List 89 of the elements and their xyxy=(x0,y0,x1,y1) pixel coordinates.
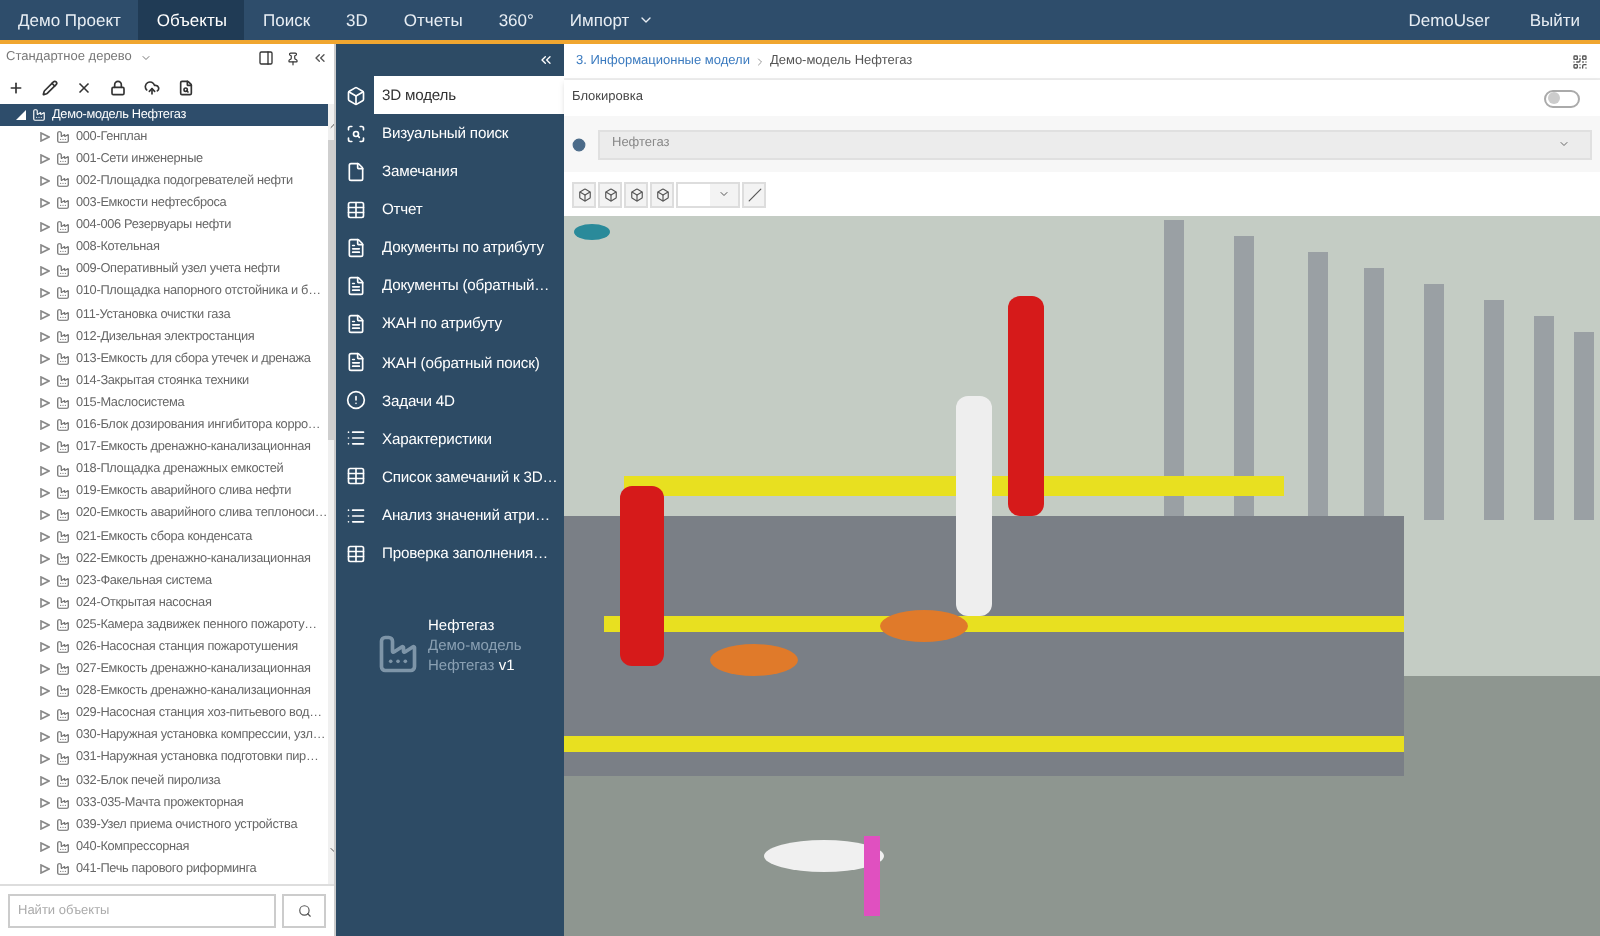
collapse-icon[interactable] xyxy=(312,50,328,66)
factory-icon xyxy=(56,440,70,455)
view-button[interactable] xyxy=(650,181,674,207)
radio-icon[interactable] xyxy=(572,137,586,151)
factory-icon xyxy=(56,684,70,699)
factory-icon xyxy=(56,196,70,211)
factory-icon xyxy=(56,352,70,367)
table-icon xyxy=(345,199,365,220)
chevron-down-icon xyxy=(1558,138,1570,150)
search-icon xyxy=(345,123,365,144)
alert-icon xyxy=(345,390,365,411)
factory-icon xyxy=(56,174,70,189)
factory-icon xyxy=(56,374,70,389)
user-link[interactable]: DemoUser xyxy=(1388,0,1510,40)
factory-icon xyxy=(56,795,70,810)
factory-icon xyxy=(56,219,70,234)
slash-icon xyxy=(747,187,761,201)
factory-icon xyxy=(56,396,70,411)
doc-icon xyxy=(345,237,365,258)
factory-icon xyxy=(56,862,70,877)
factory-icon xyxy=(56,818,70,833)
nav-link[interactable]: Объекты xyxy=(138,0,245,40)
document-search-icon[interactable] xyxy=(178,80,194,96)
nav-link[interactable]: Отчеты xyxy=(385,0,481,40)
cube-icon xyxy=(577,187,591,201)
page-icon xyxy=(345,161,365,182)
factory-icon xyxy=(56,507,70,522)
factory-icon xyxy=(56,307,70,322)
search-button[interactable] xyxy=(282,894,326,928)
factory-icon xyxy=(56,840,70,855)
logout-link[interactable]: Выйти xyxy=(1509,0,1600,40)
factory-icon xyxy=(56,707,70,722)
color-picker[interactable] xyxy=(676,181,740,207)
factory-icon xyxy=(56,773,70,788)
factory-icon xyxy=(56,551,70,566)
factory-icon xyxy=(56,729,70,744)
factory-icon xyxy=(376,632,420,677)
factory-icon xyxy=(56,751,70,766)
factory-icon xyxy=(56,285,70,300)
chevron-down-icon xyxy=(718,188,730,200)
cloud-upload-icon[interactable] xyxy=(144,80,160,96)
cube-icon xyxy=(603,187,617,201)
factory-icon xyxy=(56,618,70,633)
factory-icon xyxy=(56,329,70,344)
collapse-icon[interactable] xyxy=(538,52,554,68)
lock-icon[interactable] xyxy=(110,80,126,96)
cube-icon xyxy=(345,85,365,106)
factory-icon xyxy=(56,152,70,167)
factory-icon xyxy=(56,241,70,256)
doc-icon xyxy=(345,276,365,297)
nav-link[interactable]: Поиск xyxy=(244,0,329,40)
pencil-icon[interactable] xyxy=(42,80,58,96)
file-icon xyxy=(345,314,365,335)
factory-icon xyxy=(32,108,46,123)
nav-link[interactable]: 360° xyxy=(480,0,552,40)
factory-icon xyxy=(56,640,70,655)
table-icon xyxy=(345,466,365,487)
factory-icon xyxy=(56,263,70,278)
chevron-down-icon xyxy=(139,52,152,64)
cube-icon xyxy=(629,187,643,201)
table-icon xyxy=(345,543,365,564)
factory-icon xyxy=(56,418,70,433)
plant-model-drawing[interactable] xyxy=(564,216,1600,936)
view-button[interactable] xyxy=(572,181,596,207)
nav-link[interactable]: 3D xyxy=(328,0,386,40)
qr-code-icon[interactable] xyxy=(1572,53,1588,69)
cube-icon xyxy=(655,187,669,201)
factory-icon xyxy=(56,485,70,500)
panel-icon[interactable] xyxy=(258,50,274,66)
factory-icon xyxy=(56,662,70,677)
factory-icon xyxy=(56,596,70,611)
file-icon xyxy=(345,352,365,373)
expanded-triangle-icon[interactable] xyxy=(16,110,26,121)
chevron-down-icon xyxy=(637,12,654,28)
search-icon xyxy=(297,904,311,918)
pin-icon[interactable] xyxy=(286,51,300,65)
lock-toggle[interactable] xyxy=(1544,89,1580,107)
view-button[interactable] xyxy=(624,181,648,207)
view-button[interactable] xyxy=(598,181,622,207)
chevron-right-icon xyxy=(753,55,766,67)
factory-icon xyxy=(56,463,70,478)
plus-icon[interactable] xyxy=(8,80,24,96)
close-icon[interactable] xyxy=(76,80,92,96)
hide-button[interactable] xyxy=(742,181,766,207)
nav-link[interactable]: Демо Проект xyxy=(0,0,139,40)
factory-icon xyxy=(56,574,70,589)
factory-icon xyxy=(56,130,70,145)
nav-link[interactable]: Импорт xyxy=(551,0,672,40)
factory-icon xyxy=(56,529,70,544)
